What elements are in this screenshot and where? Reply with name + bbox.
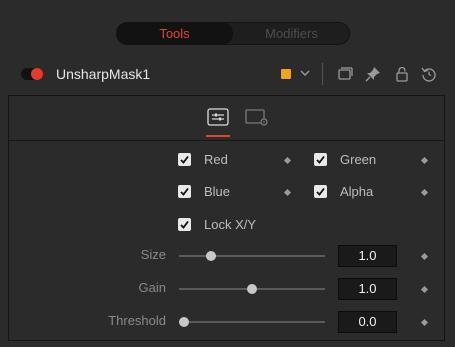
panel-divider (9, 140, 444, 141)
threshold-keyframe-diamond[interactable] (420, 318, 429, 327)
size-label: Size (140, 247, 166, 262)
active-tab-indicator (206, 135, 230, 137)
blue-checkbox[interactable] (178, 185, 191, 198)
node-name[interactable]: UnsharpMask1 (56, 66, 150, 82)
controls-panel: Red Green Blue Alpha Lock X/Y Size 1.0 G… (8, 95, 445, 341)
panel-tab-bar (9, 96, 444, 140)
gain-keyframe-diamond[interactable] (420, 285, 429, 294)
reset-icon[interactable] (420, 65, 438, 83)
green-checkbox[interactable] (314, 153, 327, 166)
threshold-value-field[interactable]: 0.0 (338, 311, 397, 333)
sliders-icon[interactable] (206, 107, 230, 127)
blue-keyframe-diamond[interactable] (283, 188, 292, 197)
green-keyframe-diamond[interactable] (420, 156, 429, 165)
lock-xy-checkbox[interactable] (178, 218, 191, 231)
inspector-window: Tools Modifiers UnsharpMask1 Red Green B… (0, 0, 455, 347)
lock-xy-label: Lock X/Y (204, 217, 257, 232)
threshold-label: Threshold (108, 313, 166, 328)
size-value-field[interactable]: 1.0 (338, 245, 397, 267)
size-keyframe-diamond[interactable] (420, 252, 429, 261)
tools-modifiers-switch: Tools Modifiers (116, 22, 350, 45)
pin-icon[interactable] (364, 65, 382, 83)
settings-icon[interactable] (245, 107, 269, 127)
header-separator (322, 63, 323, 85)
chevron-down-icon[interactable] (298, 65, 312, 81)
tab-tools[interactable]: Tools (116, 22, 233, 45)
lock-icon[interactable] (393, 65, 411, 83)
tab-modifiers[interactable]: Modifiers (233, 22, 350, 45)
gain-label: Gain (138, 280, 166, 295)
threshold-slider-track[interactable] (179, 321, 325, 323)
alpha-checkbox[interactable] (314, 185, 327, 198)
red-keyframe-diamond[interactable] (283, 156, 292, 165)
alpha-label: Alpha (340, 184, 374, 199)
size-slider-knob[interactable] (206, 251, 217, 261)
red-checkbox[interactable] (178, 153, 191, 166)
green-label: Green (340, 152, 377, 167)
red-label: Red (204, 152, 228, 167)
blue-label: Blue (204, 184, 231, 199)
node-header: UnsharpMask1 (0, 58, 455, 91)
size-slider-track[interactable] (179, 255, 325, 257)
alpha-keyframe-diamond[interactable] (420, 188, 429, 197)
node-color-swatch[interactable] (281, 69, 291, 79)
threshold-slider-knob[interactable] (179, 317, 189, 327)
gain-slider-knob[interactable] (247, 284, 257, 294)
window-icon[interactable] (336, 65, 354, 83)
toggle-dot (31, 68, 43, 80)
node-enable-toggle[interactable] (21, 68, 43, 80)
gain-value-field[interactable]: 1.0 (338, 278, 397, 300)
